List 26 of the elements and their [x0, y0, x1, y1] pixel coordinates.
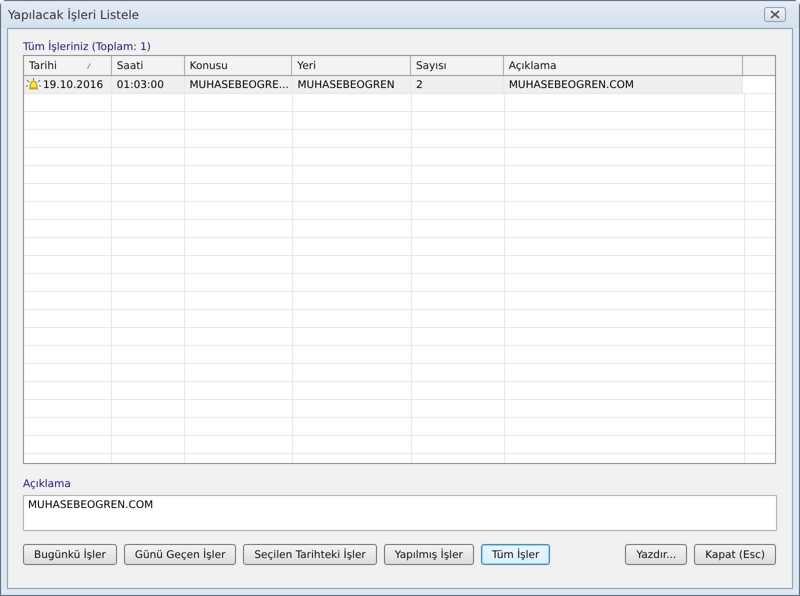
- cell-text: MUHASEBEOGRE...: [190, 78, 289, 90]
- column-header[interactable]: Saati: [112, 56, 185, 75]
- sort-icon: [86, 62, 91, 68]
- action-button[interactable]: Yazdır...: [625, 544, 688, 565]
- description-label: Açıklama: [23, 478, 72, 492]
- list-label: Tüm İşleriniz (Toplam: 1): [23, 41, 152, 55]
- column-header[interactable]: Açıklama: [504, 56, 744, 75]
- cell-text: MUHASEBEOGREN.COM: [508, 78, 634, 90]
- action-button[interactable]: Günü Geçen İşler: [124, 544, 236, 565]
- cell-text: MUHASEBEOGREN: [298, 78, 395, 90]
- window-title: Yapılacak İşleri Listele: [8, 8, 140, 22]
- action-button[interactable]: Yapılmış İşler: [384, 544, 474, 565]
- action-button[interactable]: Seçilen Tarihteki İşler: [243, 544, 377, 565]
- description-field[interactable]: MUHASEBEOGREN.COM: [23, 495, 777, 531]
- column-header[interactable]: Yeri: [292, 56, 411, 75]
- cell-text: 01:03:00: [116, 78, 164, 90]
- cell-text: 2: [416, 78, 423, 90]
- column-header[interactable]: Tarihi: [24, 56, 112, 75]
- action-button[interactable]: Kapat (Esc): [694, 544, 776, 565]
- close-button[interactable]: [764, 7, 786, 22]
- close-icon: [769, 10, 781, 19]
- action-button[interactable]: Bugünkü İşler: [23, 544, 117, 565]
- column-header[interactable]: Sayısı: [410, 56, 504, 75]
- action-button[interactable]: Tüm İşler: [480, 544, 550, 565]
- column-header[interactable]: Konusu: [184, 56, 292, 75]
- cell-text: 19.10.2016: [43, 78, 104, 90]
